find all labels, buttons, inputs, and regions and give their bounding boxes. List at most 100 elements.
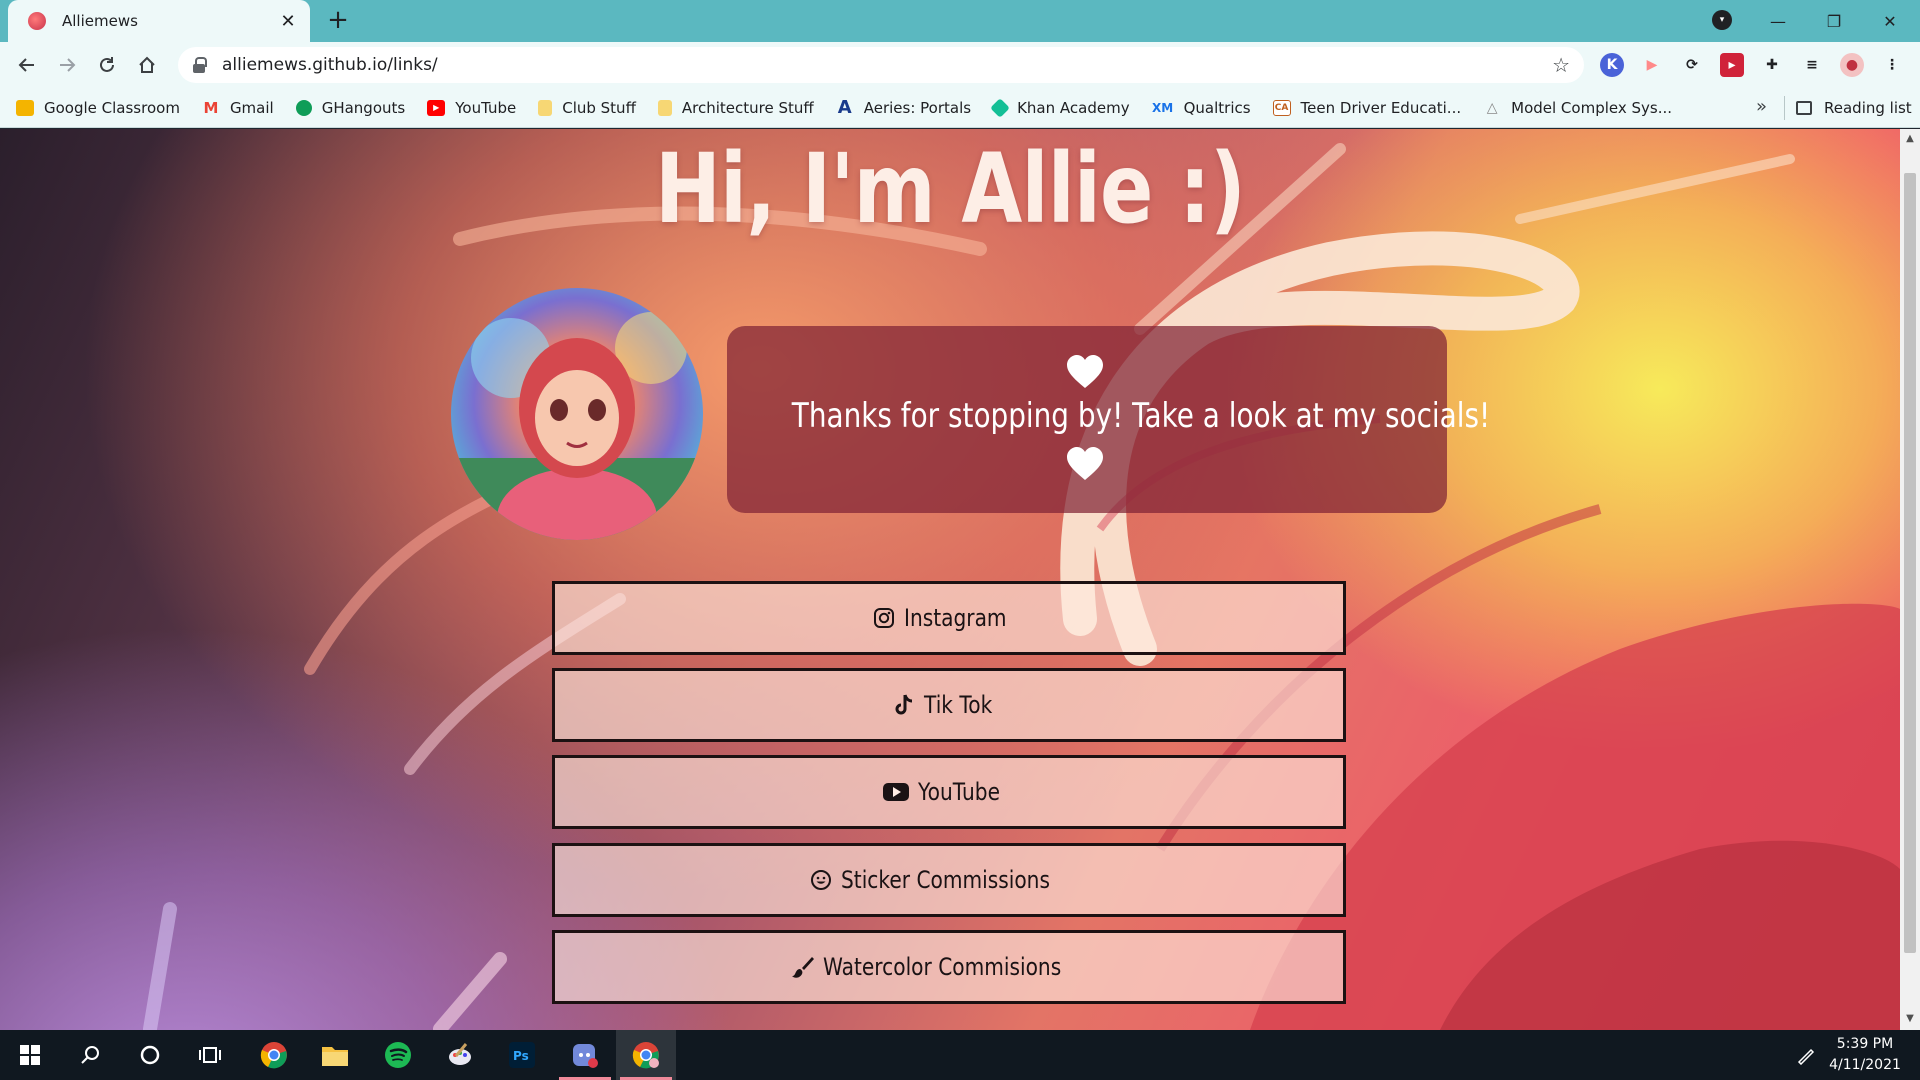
discord-icon[interactable] — [555, 1030, 615, 1080]
paintbrush-icon — [791, 955, 815, 979]
clock-date: 4/11/2021 — [1829, 1057, 1901, 1073]
svg-text:Ps: Ps — [513, 1049, 529, 1063]
heart-icon — [1067, 447, 1103, 480]
extensions-puzzle-icon[interactable]: ✚ — [1760, 53, 1784, 77]
page-content: Hi, I'm Allie :) Thanks for stopping by!… — [0, 129, 1920, 1030]
tab-close-button[interactable]: ✕ — [278, 11, 298, 32]
page-scrollbar[interactable]: ▲ ▼ — [1900, 129, 1920, 1030]
google-classroom-icon — [16, 99, 34, 116]
screencast-extension-icon[interactable]: ▶ — [1640, 53, 1664, 77]
bookmark-google-classroom[interactable]: Google Classroom — [16, 99, 180, 117]
welcome-card: Thanks for stopping by! Take a look at m… — [727, 326, 1491, 513]
youtube-icon: ▶ — [427, 99, 446, 116]
navigation-toolbar: alliemews.github.io/links/ ☆ K ▶ ⟳ ▸ ✚ ≡… — [0, 42, 1920, 88]
bookmark-youtube[interactable]: ▶ YouTube — [427, 99, 516, 117]
restore-button[interactable]: ❐ — [1806, 0, 1862, 42]
reload-icon — [100, 57, 114, 72]
windows-taskbar: Ps 5:39 PM 4/11/2021 — [0, 1030, 1920, 1080]
tab-title: Alliemews — [62, 12, 138, 30]
bookmark-aeries-portals[interactable]: A Aeries: Portals — [836, 97, 971, 118]
chrome-icon[interactable] — [244, 1030, 304, 1080]
sticker-commissions-link-button[interactable]: Sticker Commissions — [552, 843, 1346, 917]
photoshop-icon[interactable]: Ps — [492, 1030, 552, 1080]
instagram-link-label: Instagram — [903, 604, 1007, 632]
reload-button[interactable] — [92, 50, 122, 80]
bookmark-star-icon[interactable]: ☆ — [1552, 53, 1570, 77]
home-button[interactable] — [132, 50, 162, 80]
watercolor-commisions-link-button[interactable]: Watercolor Commisions — [552, 930, 1346, 1004]
lock-icon[interactable] — [192, 57, 207, 73]
menu-kebab-icon[interactable]: ⋮ — [1880, 53, 1904, 77]
reading-list-icon — [1796, 101, 1812, 115]
sync-extension-icon[interactable]: ⟳ — [1680, 53, 1704, 77]
youtube-link-button[interactable]: YouTube — [552, 755, 1346, 829]
forward-button[interactable] — [52, 50, 82, 80]
heart-icon — [1067, 355, 1103, 388]
bookmarks-overflow-button[interactable]: » — [1756, 96, 1767, 117]
cortana-icon[interactable] — [120, 1030, 180, 1080]
new-tab-button[interactable]: + — [322, 4, 354, 36]
task-view-icon[interactable] — [180, 1030, 240, 1080]
khan-academy-icon — [990, 97, 1010, 118]
search-icon[interactable] — [60, 1030, 120, 1080]
windows-start-icon[interactable] — [0, 1030, 60, 1080]
hangouts-icon — [295, 99, 312, 116]
site-favicon-icon — [28, 12, 46, 30]
drive-icon: △ — [1486, 99, 1498, 116]
bookmark-teen-driver[interactable]: CA Teen Driver Educati... — [1272, 99, 1461, 117]
clock-time: 5:39 PM — [1836, 1036, 1894, 1052]
bookmark-gmail[interactable]: M Gmail — [202, 98, 273, 117]
close-window-button[interactable]: ✕ — [1862, 0, 1918, 42]
bookmark-khan-academy[interactable]: Khan Academy — [990, 97, 1130, 118]
avatar-illustration — [451, 312, 703, 540]
bookmark-ghangouts[interactable]: GHangouts — [295, 99, 405, 117]
reading-list-button[interactable]: Reading list — [1796, 88, 1912, 128]
tab-search-icon[interactable]: ▾ — [1712, 10, 1732, 30]
folder-icon — [657, 99, 672, 116]
bookmarks-bar: Google Classroom M Gmail GHangouts ▶ You… — [0, 88, 1920, 128]
scroll-up-icon[interactable]: ▲ — [1900, 133, 1920, 144]
system-clock[interactable]: 5:39 PM 4/11/2021 — [1820, 1034, 1910, 1076]
bookmark-model-complex[interactable]: △ Model Complex Sys... — [1483, 99, 1672, 117]
paint-icon[interactable] — [430, 1030, 490, 1080]
sticker-commissions-link-label: Sticker Commissions — [840, 866, 1050, 894]
bookmarks-divider — [1784, 96, 1785, 120]
bookmark-architecture-stuff[interactable]: Architecture Stuff — [657, 99, 814, 117]
tiktok-link-button[interactable]: Tik Tok — [552, 668, 1346, 742]
bookmark-club-stuff[interactable]: Club Stuff — [538, 99, 636, 117]
aeries-icon: A — [837, 97, 852, 118]
youtube-icon — [882, 780, 910, 804]
media-control-icon[interactable]: ≡ — [1800, 53, 1824, 77]
scrollbar-thumb[interactable] — [1904, 173, 1916, 953]
kami-extension-icon[interactable]: K — [1600, 53, 1624, 77]
welcome-message: Thanks for stopping by! Take a look at m… — [791, 396, 1491, 436]
profile-avatar-icon[interactable]: ● — [1840, 53, 1864, 77]
chrome-profile-icon[interactable] — [616, 1030, 676, 1080]
qualtrics-icon: XM — [1151, 100, 1174, 115]
page-title: Hi, I'm Allie :) — [654, 133, 1246, 245]
media-extension-icon[interactable]: ▸ — [1720, 53, 1744, 77]
scroll-down-icon[interactable]: ▼ — [1900, 1013, 1920, 1024]
youtube-link-label: YouTube — [918, 778, 1001, 806]
spotify-icon[interactable] — [368, 1030, 428, 1080]
minimize-button[interactable]: — — [1750, 0, 1806, 42]
smile-icon — [809, 868, 833, 892]
instagram-link-button[interactable]: Instagram — [552, 581, 1346, 655]
file-explorer-icon[interactable] — [305, 1030, 365, 1080]
back-button[interactable] — [12, 50, 42, 80]
gmail-icon: M — [203, 98, 219, 117]
folder-icon — [538, 99, 553, 116]
tab-strip: Alliemews ✕ + ▾ — ❐ ✕ — [0, 0, 1920, 42]
profile-avatar — [451, 288, 703, 540]
home-icon — [139, 56, 155, 73]
url-text[interactable]: alliemews.github.io/links/ — [222, 55, 1552, 75]
ca-icon: CA — [1272, 99, 1291, 116]
tiktok-link-label: Tik Tok — [924, 691, 993, 719]
browser-tab[interactable]: Alliemews ✕ — [8, 0, 310, 42]
instagram-icon — [872, 606, 896, 630]
forward-arrow-icon — [60, 58, 76, 72]
watercolor-commisions-link-label: Watercolor Commisions — [823, 953, 1062, 981]
bookmark-qualtrics[interactable]: XM Qualtrics — [1152, 99, 1251, 117]
tiktok-icon — [892, 693, 916, 717]
address-bar[interactable]: alliemews.github.io/links/ ☆ — [178, 47, 1584, 83]
